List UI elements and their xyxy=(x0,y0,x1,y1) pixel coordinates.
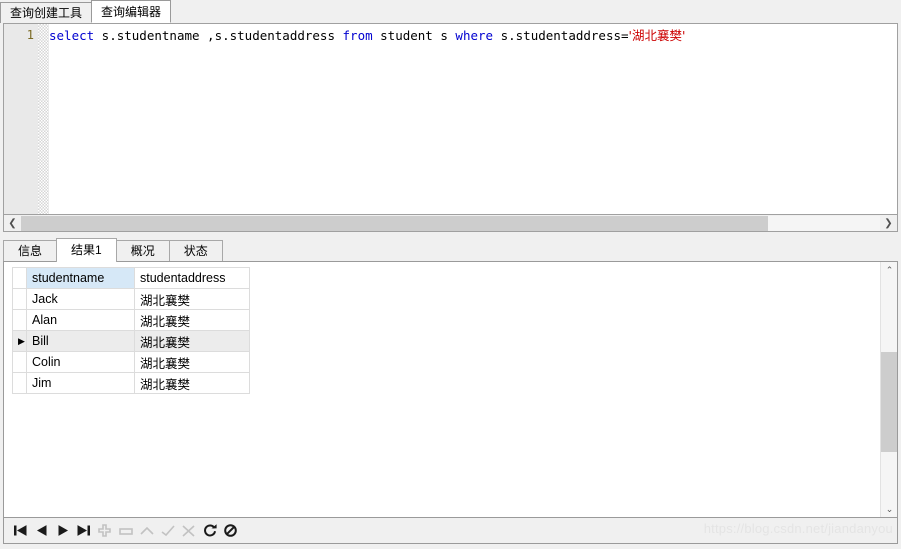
cell-studentaddress[interactable]: 湖北襄樊 xyxy=(134,330,250,352)
caret-up-icon xyxy=(139,525,154,536)
result-grid-panel: studentname studentaddress Jack 湖北襄樊 Ala… xyxy=(3,261,898,518)
table-row[interactable]: Jim 湖北襄樊 xyxy=(12,372,250,394)
scroll-right-arrow-icon[interactable]: ❯ xyxy=(880,215,897,231)
line-number-1: 1 xyxy=(26,28,34,42)
sql-keyword-where: where xyxy=(455,28,494,43)
header-row-indicator-cell xyxy=(12,267,27,289)
sql-where-column: s.studentaddress= xyxy=(493,28,629,43)
tab-query-editor[interactable]: 查询编辑器 xyxy=(91,0,172,23)
line-number-gutter: 1 xyxy=(4,24,38,214)
sql-select-list: s.studentname ,s.studentaddress xyxy=(94,28,343,43)
stop-button[interactable] xyxy=(220,521,241,541)
sql-keyword-from: from xyxy=(342,28,373,43)
scroll-up-arrow-icon[interactable]: ⌃ xyxy=(881,262,897,278)
vscroll-thumb[interactable] xyxy=(881,352,897,452)
refresh-button[interactable] xyxy=(199,521,220,541)
tab-result1[interactable]: 结果1 xyxy=(56,238,117,262)
delete-record-button[interactable] xyxy=(115,521,136,541)
last-record-button[interactable] xyxy=(73,521,94,541)
table-row[interactable]: Colin 湖北襄樊 xyxy=(12,351,250,373)
hscroll-thumb[interactable] xyxy=(21,215,769,231)
plus-icon xyxy=(98,524,111,537)
first-record-icon xyxy=(14,525,27,536)
confirm-edit-button[interactable] xyxy=(157,521,178,541)
result-grid-scroll-area: studentname studentaddress Jack 湖北襄樊 Ala… xyxy=(4,262,879,517)
table-header-row: studentname studentaddress xyxy=(12,267,250,289)
column-header-studentaddress[interactable]: studentaddress xyxy=(134,267,250,289)
edit-record-button[interactable] xyxy=(136,521,157,541)
refresh-icon xyxy=(203,524,217,537)
hscroll-track[interactable] xyxy=(21,215,880,231)
grid-vertical-scrollbar[interactable]: ⌃ ⌄ xyxy=(880,262,897,517)
result-tabbar: 信息 结果1 概况 状态 xyxy=(3,238,898,262)
stop-icon xyxy=(224,524,237,537)
cell-studentname[interactable]: Alan xyxy=(26,309,135,331)
query-mode-tabbar: 查询创建工具 查询编辑器 xyxy=(0,0,901,23)
check-icon xyxy=(161,524,175,537)
row-indicator xyxy=(12,309,27,331)
row-indicator xyxy=(12,288,27,310)
scroll-down-arrow-icon[interactable]: ⌄ xyxy=(881,501,897,517)
prev-record-icon xyxy=(36,525,48,536)
tab-query-builder[interactable]: 查询创建工具 xyxy=(0,2,93,23)
next-record-button[interactable] xyxy=(52,521,73,541)
csdn-watermark: https://blog.csdn.net/jiandanyou xyxy=(703,521,893,536)
table-row-selected[interactable]: ▶ Bill 湖北襄樊 xyxy=(12,330,250,352)
cell-studentaddress[interactable]: 湖北襄樊 xyxy=(134,288,250,310)
cell-studentaddress[interactable]: 湖北襄樊 xyxy=(134,351,250,373)
prev-record-button[interactable] xyxy=(31,521,52,541)
result-grid-table[interactable]: studentname studentaddress Jack 湖北襄樊 Ala… xyxy=(12,267,250,394)
sql-code-text[interactable]: select s.studentname ,s.studentaddress f… xyxy=(49,28,897,214)
cell-studentname[interactable]: Bill xyxy=(26,330,135,352)
sql-from-clause: student s xyxy=(372,28,456,43)
sql-keyword-select: select xyxy=(49,28,95,43)
editor-horizontal-scrollbar[interactable]: ❮ ❯ xyxy=(3,215,898,232)
cell-studentaddress[interactable]: 湖北襄樊 xyxy=(134,372,250,394)
tab-profile[interactable]: 概况 xyxy=(115,240,170,262)
cell-studentname[interactable]: Jim xyxy=(26,372,135,394)
cancel-edit-button[interactable] xyxy=(178,521,199,541)
sql-editor-pane[interactable]: 1 select s.studentname ,s.studentaddress… xyxy=(3,23,898,215)
sql-string-literal: '湖北襄樊' xyxy=(628,28,686,43)
row-indicator xyxy=(12,351,27,373)
gutter-hatch-strip xyxy=(38,24,49,214)
cell-studentname[interactable]: Colin xyxy=(26,351,135,373)
current-row-indicator-icon: ▶ xyxy=(12,330,27,352)
column-header-studentname[interactable]: studentname xyxy=(26,267,135,289)
tab-info[interactable]: 信息 xyxy=(3,240,58,262)
cross-icon xyxy=(182,524,195,537)
next-record-icon xyxy=(57,525,69,536)
tab-status[interactable]: 状态 xyxy=(168,240,223,262)
cell-studentaddress[interactable]: 湖北襄樊 xyxy=(134,309,250,331)
row-indicator xyxy=(12,372,27,394)
minus-icon xyxy=(118,525,133,536)
first-record-button[interactable] xyxy=(10,521,31,541)
cell-studentname[interactable]: Jack xyxy=(26,288,135,310)
add-record-button[interactable] xyxy=(94,521,115,541)
scroll-left-arrow-icon[interactable]: ❮ xyxy=(4,215,21,231)
table-row[interactable]: Jack 湖北襄樊 xyxy=(12,288,250,310)
table-row[interactable]: Alan 湖北襄樊 xyxy=(12,309,250,331)
last-record-icon xyxy=(77,525,90,536)
